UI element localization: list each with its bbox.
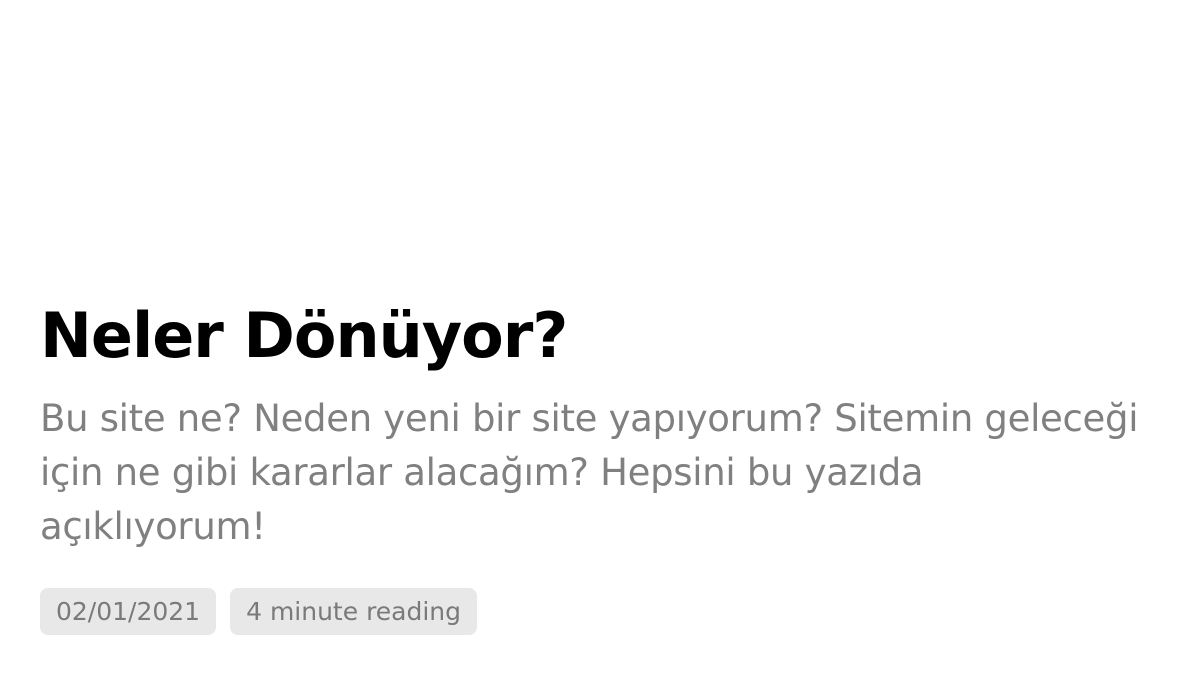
post-preview-card: Neler Dönüyor? Bu site ne? Neden yeni bi…: [0, 0, 1200, 675]
post-title: Neler Dönüyor?: [40, 299, 568, 372]
post-content: Neler Dönüyor? Bu site ne? Neden yeni bi…: [40, 296, 1150, 635]
post-meta: 02/01/2021 4 minute reading: [40, 588, 1150, 635]
date-badge: 02/01/2021: [40, 588, 217, 635]
post-description: Bu site ne? Neden yeni bir site yapıyoru…: [40, 397, 1139, 548]
reading-time-badge: 4 minute reading: [230, 588, 478, 635]
